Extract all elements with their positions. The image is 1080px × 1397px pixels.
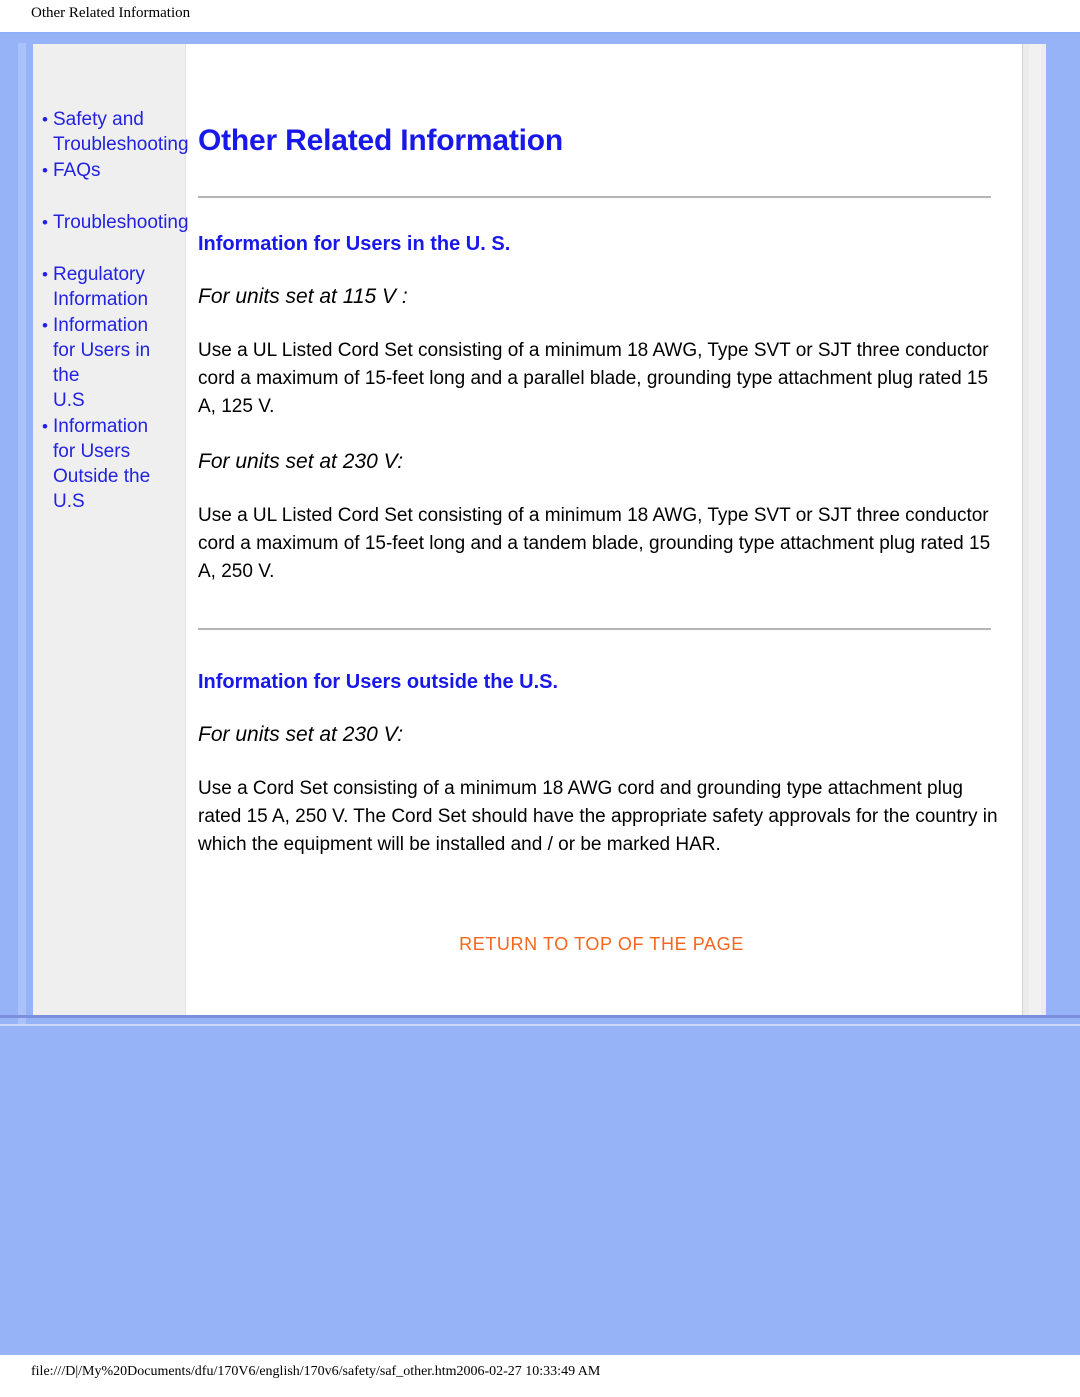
nav-group-3: • Regulatory Information • Information f…: [33, 262, 185, 514]
sidebar-item-label: Regulatory Information: [53, 264, 149, 310]
bullet-icon: •: [42, 417, 48, 436]
bullet-icon: •: [42, 110, 48, 129]
document-right-scroll-strip[interactable]: [1022, 44, 1046, 1015]
page-frame: • Safety and Troubleshooting • FAQs • Tr…: [0, 32, 1080, 1035]
sidebar-nav: • Safety and Troubleshooting • FAQs • Tr…: [33, 44, 189, 1015]
sidebar-inner: • Safety and Troubleshooting • FAQs • Tr…: [33, 44, 189, 514]
frame-bottom-highlight: [0, 1024, 1080, 1026]
running-head-title: Other Related Information: [31, 5, 191, 21]
main-content: Other Related Information Information fo…: [186, 44, 1023, 1015]
bullet-icon: •: [42, 316, 48, 335]
sidebar-item-faqs[interactable]: • FAQs: [33, 158, 185, 183]
sidebar-item-information-for-users-outside-the-us[interactable]: • Information for Users Outside the U.S: [33, 414, 185, 514]
sidebar-item-label: Safety and Troubleshooting: [53, 109, 189, 155]
footer-path-text: file:///D|/My%20Documents/dfu/170V6/engl…: [31, 1364, 601, 1379]
section-heading-outside-us: Information for Users outside the U.S.: [198, 671, 559, 693]
bullet-icon: •: [42, 265, 48, 284]
document-surface: • Safety and Troubleshooting • FAQs • Tr…: [33, 44, 1046, 1015]
body-230v-us: Use a UL Listed Cord Set consisting of a…: [198, 505, 991, 582]
nav-group-2: • Troubleshooting: [33, 210, 189, 235]
frame-bottom-edge: [0, 1015, 1080, 1018]
sidebar-item-label: Troubleshooting: [53, 212, 189, 233]
frame-top-edge: [0, 32, 1080, 34]
page-title: Other Related Information: [198, 124, 564, 157]
sidebar-item-label: Information for Users Outside the U.S: [53, 416, 151, 512]
print-footer: file:///D|/My%20Documents/dfu/170V6/engl…: [0, 1355, 1080, 1397]
subhead-115v: For units set at 115 V :: [198, 285, 408, 308]
section-heading-us: Information for Users in the U. S.: [198, 233, 511, 255]
subhead-230v-outside: For units set at 230 V:: [198, 723, 404, 746]
body-230v-outside: Use a Cord Set consisting of a minimum 1…: [198, 778, 998, 855]
subhead-230v-us: For units set at 230 V:: [198, 450, 404, 473]
frame-inner-stripe: [18, 43, 26, 1025]
sidebar-item-label: Information for Users in the U.S: [53, 315, 151, 411]
sidebar-item-safety-and-troubleshooting[interactable]: • Safety and Troubleshooting: [33, 107, 189, 157]
return-to-top-link[interactable]: RETURN TO TOP OF THE PAGE: [459, 934, 744, 954]
return-to-top-wrapper: RETURN TO TOP OF THE PAGE: [198, 859, 1005, 955]
print-running-head: Other Related Information: [0, 0, 1080, 32]
sidebar-item-regulatory-information[interactable]: • Regulatory Information: [33, 262, 185, 312]
scroll-strip-inner: [1029, 44, 1041, 1015]
bullet-icon: •: [42, 213, 48, 232]
page-background-band: [0, 1035, 1080, 1355]
sidebar-item-troubleshooting[interactable]: • Troubleshooting: [33, 210, 189, 235]
sidebar-item-label: FAQs: [53, 160, 101, 181]
sidebar-item-information-for-users-in-the-us[interactable]: • Information for Users in the U.S: [33, 313, 185, 413]
bullet-icon: •: [42, 161, 48, 180]
body-115v: Use a UL Listed Cord Set consisting of a…: [198, 340, 989, 417]
document-columns: • Safety and Troubleshooting • FAQs • Tr…: [33, 44, 1023, 1015]
nav-group-1: • Safety and Troubleshooting • FAQs: [33, 107, 189, 183]
